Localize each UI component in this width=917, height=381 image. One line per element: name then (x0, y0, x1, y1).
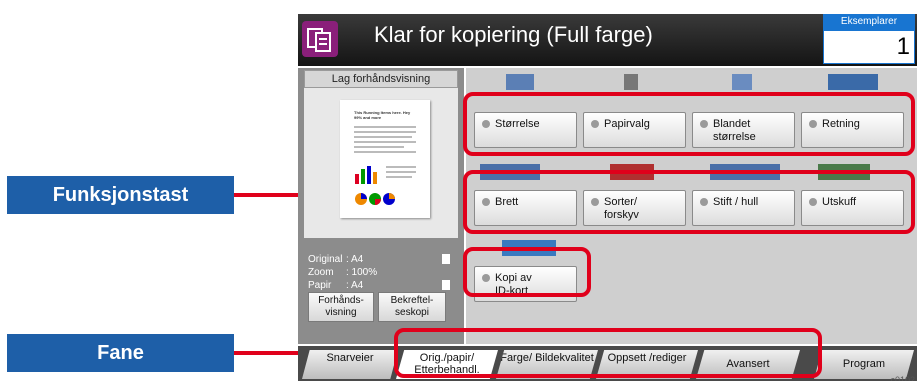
mixed-size-icon (732, 74, 752, 90)
info-paper: Papir: A4 (308, 280, 364, 291)
footnote: c0102 (890, 375, 915, 381)
page-orientation-icon (442, 254, 450, 264)
highlight-id-card (463, 247, 591, 297)
preview-bar-chart-icon (354, 164, 380, 184)
copy-mode-icon (302, 21, 338, 57)
info-zoom: Zoom: 100% (308, 267, 378, 278)
size-icon (506, 74, 534, 90)
paper-icon (624, 74, 638, 90)
highlight-tabs (394, 328, 822, 378)
callout-function-key: Funksjonstast (7, 176, 234, 214)
preview-pane: Lag forhåndsvisning This Running Items h… (298, 68, 464, 344)
tab-shortcuts[interactable]: Snarveier (302, 350, 398, 379)
preview-pie-chart-icon (354, 192, 396, 206)
copies-field[interactable]: Eksemplarer 1 (823, 14, 915, 64)
copies-label: Eksemplarer (823, 14, 915, 30)
preview-tab[interactable]: Lag forhåndsvisning (304, 70, 458, 88)
highlight-function-row-2 (463, 170, 915, 234)
preview-area: This Running Items here. Hey 99% and mor… (304, 88, 458, 238)
info-original: Original: A4 (308, 254, 364, 265)
header-bar: Klar for kopiering (Full farge) Eksempla… (298, 14, 917, 66)
page-title: Klar for kopiering (Full farge) (374, 22, 653, 47)
preview-button[interactable]: Forhånds- visning (308, 292, 374, 322)
callout-tab: Fane (7, 334, 234, 372)
copies-value[interactable]: 1 (823, 30, 915, 64)
confirm-copy-button[interactable]: Bekreftel- seskopi (378, 292, 446, 322)
highlight-function-row-1 (463, 92, 915, 156)
icon-strip-1 (506, 74, 906, 92)
orientation-icon (828, 74, 878, 90)
preview-page: This Running Items here. Hey 99% and mor… (340, 100, 430, 218)
paper-orientation-icon (442, 280, 450, 290)
preview-doc-title: This Running Items here. Hey 99% and mor… (354, 110, 411, 120)
